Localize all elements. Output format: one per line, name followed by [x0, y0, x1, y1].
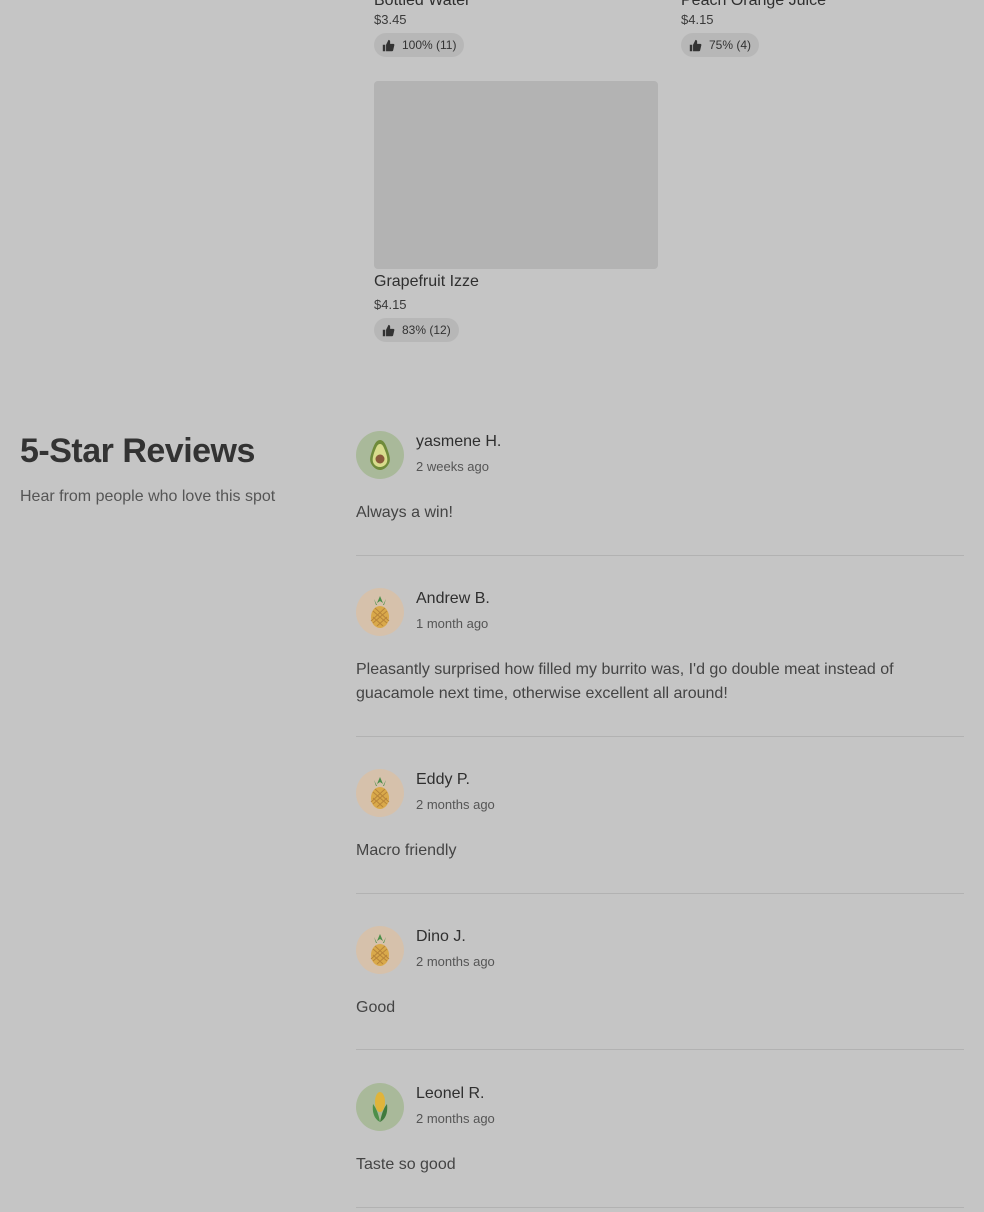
- product-price: $4.15: [374, 297, 407, 312]
- thumbs-up-icon: [382, 39, 395, 51]
- pineapple-icon: [370, 934, 390, 966]
- reviewer-name: yasmene H.: [416, 433, 502, 450]
- review-text: Always a win!: [356, 504, 453, 521]
- product-name: Peach Orange Juice: [681, 0, 826, 9]
- review-item: Eddy P. 2 months ago Macro friendly: [356, 769, 964, 895]
- review-item: Dino J. 2 months ago Good: [356, 926, 964, 1052]
- divider: [356, 736, 964, 737]
- reviewer-name: Dino J.: [416, 928, 466, 945]
- product-card-peach-orange-juice[interactable]: Peach Orange Juice $4.15 75% (4): [681, 0, 965, 60]
- review-item: Leonel R. 2 months ago Taste so good: [356, 1083, 964, 1209]
- review-item: yasmene H. 2 weeks ago Always a win!: [356, 431, 964, 557]
- pineapple-icon: [370, 777, 390, 809]
- avatar: [356, 926, 404, 974]
- review-date: 1 month ago: [416, 616, 489, 631]
- divider: [356, 1049, 964, 1050]
- avatar: [356, 588, 404, 636]
- reviewer-name: Eddy P.: [416, 771, 470, 788]
- thumbs-up-icon: [382, 324, 395, 336]
- review-text: Macro friendly: [356, 842, 457, 859]
- section-title: 5-Star Reviews: [20, 432, 255, 470]
- review-text: Pleasantly surprised how filled my burri…: [356, 661, 894, 702]
- divider: [356, 1207, 964, 1208]
- divider: [356, 893, 964, 894]
- rating-value: 75% (4): [709, 38, 752, 52]
- rating-badge: 75% (4): [681, 33, 760, 57]
- review-date: 2 months ago: [416, 797, 495, 812]
- review-date: 2 weeks ago: [416, 459, 489, 474]
- reviewer-name: Leonel R.: [416, 1085, 485, 1102]
- product-price: $3.45: [374, 12, 407, 27]
- rating-value: 83% (12): [402, 323, 451, 337]
- product-price: $4.15: [681, 12, 714, 27]
- review-text: Good: [356, 999, 396, 1016]
- rating-badge: 100% (11): [374, 33, 465, 57]
- avocado-icon: [370, 440, 390, 470]
- review-date: 2 months ago: [416, 954, 495, 969]
- rating-value: 100% (11): [402, 38, 457, 52]
- product-card-grapefruit-izze[interactable]: Grapefruit Izze $4.15 83% (12): [374, 81, 658, 346]
- rating-badge: 83% (12): [374, 318, 459, 342]
- product-name: Bottled Water: [374, 0, 471, 9]
- section-subtitle: Hear from people who love this spot: [20, 488, 276, 505]
- avatar: [356, 769, 404, 817]
- avatar: [356, 431, 404, 479]
- corn-icon: [372, 1092, 388, 1122]
- pineapple-icon: [370, 596, 390, 628]
- product-image: [374, 81, 658, 269]
- review-item: Andrew B. 1 month ago Pleasantly surpris…: [356, 588, 964, 738]
- review-date: 2 months ago: [416, 1111, 495, 1126]
- thumbs-up-icon: [689, 39, 702, 51]
- reviewer-name: Andrew B.: [416, 590, 490, 607]
- divider: [356, 555, 964, 556]
- product-card-bottled-water[interactable]: Bottled Water $3.45 100% (11): [374, 0, 658, 60]
- product-name: Grapefruit Izze: [374, 273, 479, 290]
- review-text: Taste so good: [356, 1156, 456, 1173]
- avatar: [356, 1083, 404, 1131]
